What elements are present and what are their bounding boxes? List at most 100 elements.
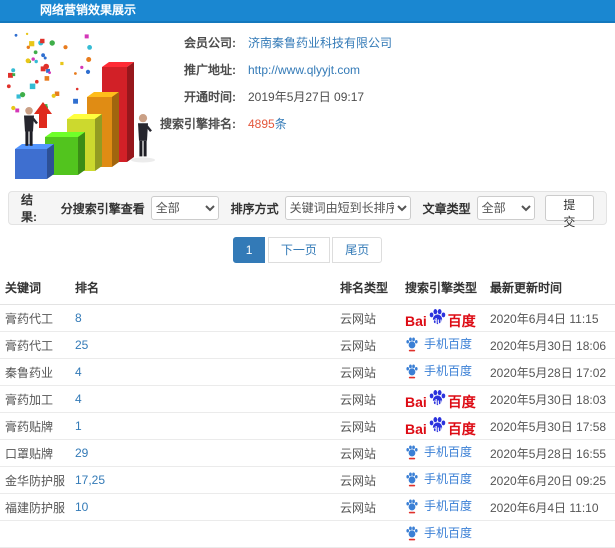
sort-label: 排序方式 <box>230 201 279 216</box>
sort-select[interactable]: 关键词由短到长排序 <box>284 196 411 220</box>
mobile-baidu-label: 手机百度 <box>424 445 473 460</box>
keyword-cell: 口罩贴牌 <box>0 439 70 467</box>
rank-cell[interactable]: 17,25 <box>70 466 335 494</box>
mobile-baidu-logo: 手机百度 <box>405 470 472 487</box>
baidu-paw-icon <box>406 526 418 541</box>
updated-cell: 2020年6月4日 11:10 <box>485 493 615 521</box>
rank-type-cell: 云网站 <box>335 358 400 386</box>
table-row: 膏药代工 25 云网站 手机百度 2020年5月30日 18:06 <box>0 331 615 359</box>
baidu-logo: Bai du 百度 <box>405 388 476 409</box>
table-row: 口罩贴牌 29 云网站 手机百度 2020年5月28日 16:55 <box>0 439 615 467</box>
updated-cell: 2020年5月28日 16:55 <box>485 439 615 467</box>
rank-cell[interactable]: 29 <box>70 439 335 467</box>
header-keyword: 关键词 <box>0 271 70 305</box>
baidu-logo-du: du <box>432 398 443 407</box>
keyword-cell: 膏药加工 <box>0 385 70 413</box>
baidu-paw-icon <box>406 364 418 379</box>
rank-type-cell: 云网站 <box>335 385 400 413</box>
header-engine-type: 搜索引擎类型 <box>400 271 485 305</box>
baidu-logo-bai: Bai <box>405 421 427 437</box>
header-rank: 排名 <box>70 271 335 305</box>
baidu-logo-cn: 百度 <box>447 421 476 437</box>
keyword-cell: 金华防护服 <box>0 466 70 494</box>
company-info-section: 会员公司: 济南秦鲁药业科技有限公司 推广地址: http://www.qlyy… <box>0 23 615 191</box>
mobile-baidu-label: 手机百度 <box>424 337 473 352</box>
rank-cell[interactable]: 4 <box>70 358 335 386</box>
mobile-baidu-logo: 手机百度 <box>405 335 472 352</box>
member-company-link[interactable]: 济南秦鲁药业科技有限公司 <box>248 34 392 51</box>
header-updated: 最新更新时间 <box>485 271 615 305</box>
filter-bar: 结果: 分搜索引擎查看 全部 排序方式 关键词由短到长排序 文章类型 全部 提交 <box>8 191 607 229</box>
engine-rank-unit: 条 <box>274 117 287 131</box>
promo-url-row: 推广地址: http://www.qlyyjt.com <box>140 56 392 83</box>
article-type-select[interactable]: 全部 <box>476 196 535 220</box>
mobile-baidu-label: 手机百度 <box>424 472 473 487</box>
rank-type-cell: 云网站 <box>335 412 400 440</box>
member-company-label: 会员公司: <box>184 36 236 50</box>
open-time-value: 2019年5月27日 09:17 <box>248 90 365 104</box>
keyword-cell: 膏药代工 <box>0 331 70 359</box>
mobile-baidu-logo: 手机百度 <box>405 362 472 379</box>
table-header-row: 关键词 排名 排名类型 搜索引擎类型 最新更新时间 <box>0 271 615 305</box>
keyword-cell: 膏药贴牌 <box>0 412 70 440</box>
submit-button[interactable]: 提交 <box>544 195 594 229</box>
results-table: 关键词 排名 排名类型 搜索引擎类型 最新更新时间 膏药代工 8 云网站 Bai du… <box>0 271 615 548</box>
rank-cell[interactable]: 25 <box>70 331 335 359</box>
engine-type-cell: 手机百度 <box>400 466 485 494</box>
engine-rank-row: 搜索引擎排名: 4895条 <box>140 110 392 137</box>
engine-rank-value: 4895条 <box>248 115 287 132</box>
engine-type-cell: 手机百度 <box>400 520 485 548</box>
baidu-paw-icon <box>406 472 418 487</box>
engine-view-label: 分搜索引擎查看 <box>60 201 145 216</box>
engine-type-cell: 手机百度 <box>400 331 485 359</box>
engine-rank-label: 搜索引擎排名: <box>160 117 236 131</box>
baidu-logo-du: du <box>432 317 443 326</box>
baidu-logo: Bai du 百度 <box>405 415 476 436</box>
promo-url-label: 推广地址: <box>184 63 236 77</box>
filter-controls: 分搜索引擎查看 全部 排序方式 关键词由短到长排序 文章类型 全部 提交 <box>49 195 594 229</box>
baidu-paw-icon <box>406 499 418 514</box>
mobile-baidu-label: 手机百度 <box>424 364 473 379</box>
engine-rank-count: 4895 <box>248 117 275 131</box>
engine-type-cell: Bai du 百度 <box>400 385 485 413</box>
engine-view-select[interactable]: 全部 <box>150 196 219 220</box>
baidu-logo-du: du <box>432 425 443 434</box>
rank-type-cell: 云网站 <box>335 493 400 521</box>
company-info-lines: 会员公司: 济南秦鲁药业科技有限公司 推广地址: http://www.qlyy… <box>140 29 392 137</box>
mobile-baidu-label: 手机百度 <box>424 526 473 541</box>
engine-type-cell: Bai du 百度 <box>400 412 485 440</box>
last-page-button[interactable]: 尾页 <box>332 237 383 263</box>
updated-cell: 2020年5月30日 18:03 <box>485 385 615 413</box>
updated-cell: 2020年5月30日 17:58 <box>485 412 615 440</box>
table-row: 膏药代工 8 云网站 Bai du 百度 2020年6月4日 11:15 <box>0 304 615 332</box>
engine-type-cell: 手机百度 <box>400 493 485 521</box>
rank-cell[interactable]: 10 <box>70 493 335 521</box>
baidu-logo: Bai du 百度 <box>405 307 476 328</box>
updated-cell: 2020年6月4日 11:15 <box>485 304 615 332</box>
result-label: 结果: <box>21 193 37 224</box>
rank-cell[interactable]: 1 <box>70 412 335 440</box>
keyword-cell: 秦鲁药业 <box>0 358 70 386</box>
open-time-row: 开通时间: 2019年5月27日 09:17 <box>140 83 392 110</box>
updated-cell: 2020年5月28日 17:02 <box>485 358 615 386</box>
keyword-cell: 福建防护服 <box>0 493 70 521</box>
table-row: 膏药贴牌 1 云网站 Bai du 百度 2020年5月30日 17:58 <box>0 412 615 440</box>
table-row: 秦鲁药业 4 云网站 手机百度 2020年5月28日 17:02 <box>0 358 615 386</box>
promo-url-link[interactable]: http://www.qlyyjt.com <box>248 63 360 77</box>
baidu-logo-bai: Bai <box>405 394 427 410</box>
article-type-label: 文章类型 <box>422 201 471 216</box>
table-row: 福建防护服 10 云网站 手机百度 2020年6月4日 11:10 <box>0 493 615 521</box>
rank-type-cell: 云网站 <box>335 331 400 359</box>
member-company-row: 会员公司: 济南秦鲁药业科技有限公司 <box>140 29 392 56</box>
rank-cell[interactable]: 8 <box>70 304 335 332</box>
table-row: 膏药加工 4 云网站 Bai du 百度 2020年5月30日 18:03 <box>0 385 615 413</box>
mobile-baidu-logo: 手机百度 <box>405 524 472 541</box>
keyword-cell: 膏药代工 <box>0 304 70 332</box>
page-button-1[interactable]: 1 <box>232 237 266 263</box>
mobile-baidu-label: 手机百度 <box>424 499 473 514</box>
engine-type-cell: Bai du 百度 <box>400 304 485 332</box>
rank-cell[interactable]: 4 <box>70 385 335 413</box>
next-page-button[interactable]: 下一页 <box>267 237 330 263</box>
table-row: 金华防护服 17,25 云网站 手机百度 2020年6月20日 09:25 <box>0 466 615 494</box>
baidu-logo-cn: 百度 <box>447 313 476 329</box>
